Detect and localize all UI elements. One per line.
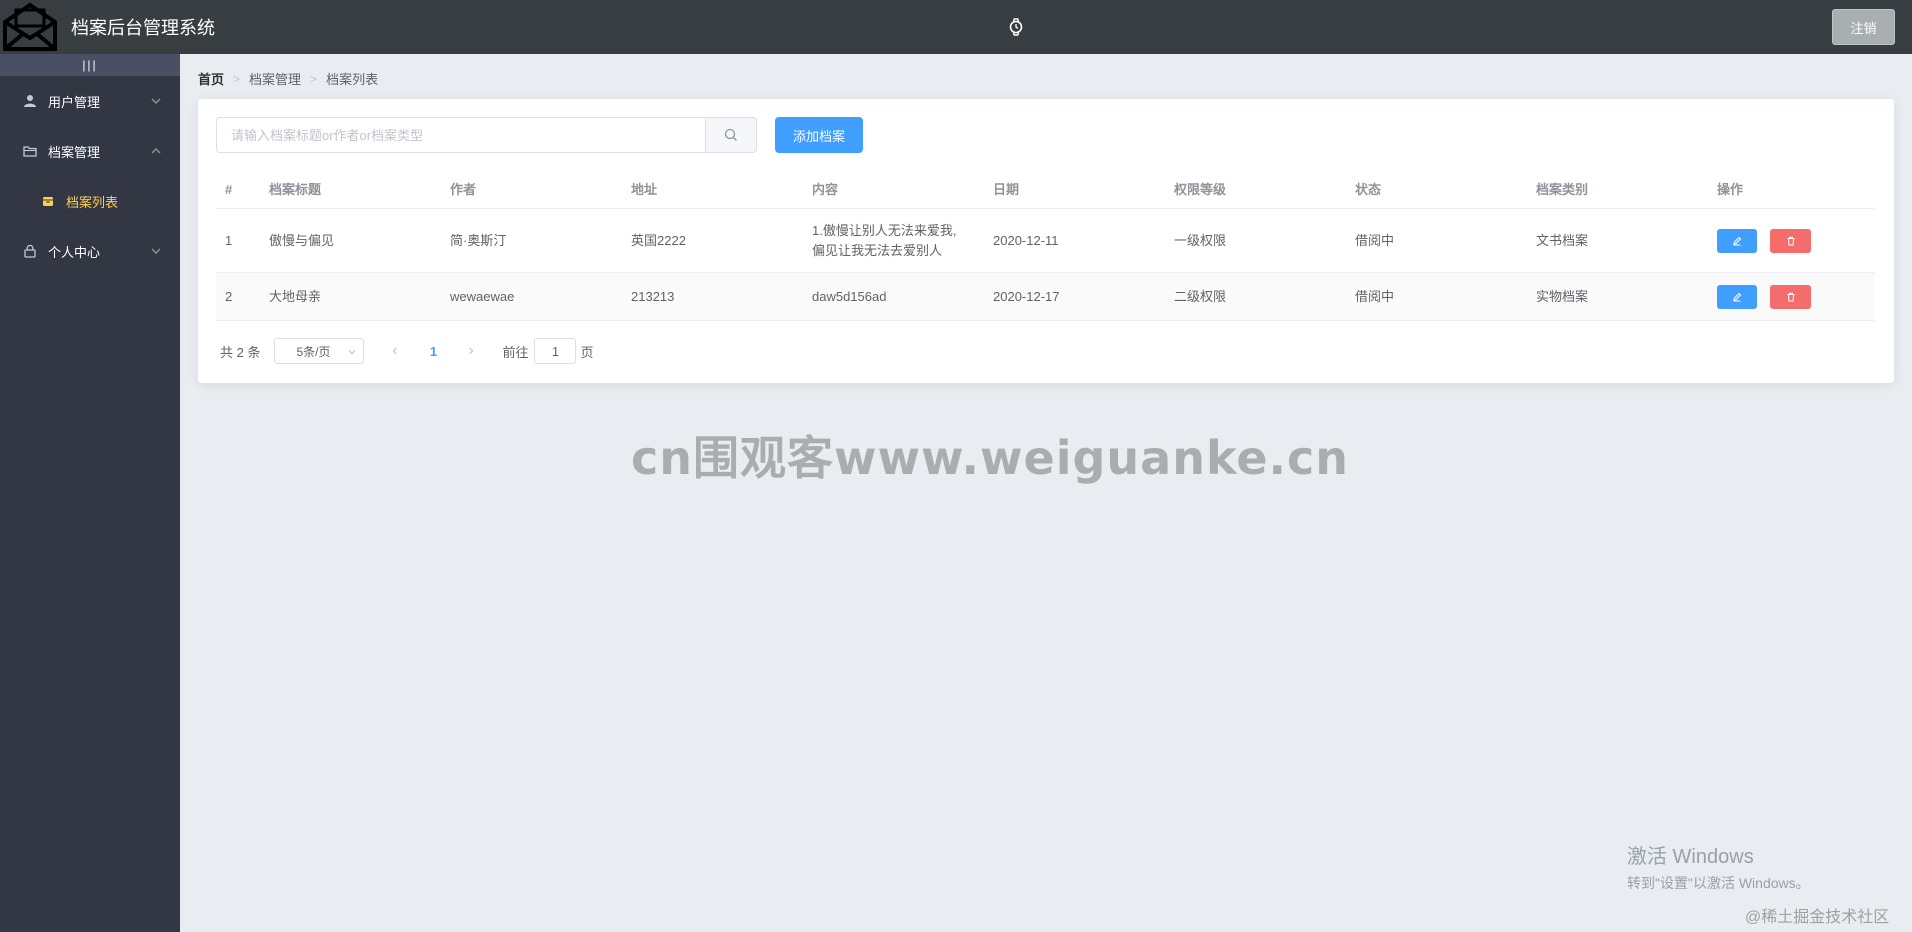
column-header-index: # <box>225 181 233 197</box>
breadcrumb: 首页 > 档案管理 > 档案列表 <box>198 69 378 88</box>
breadcrumb-archive-list: 档案列表 <box>326 72 379 87</box>
chevron-down-icon <box>151 248 161 254</box>
sidebar-item-label: 个人中心 <box>48 244 101 260</box>
sidebar-item-archive-list[interactable]: 档案列表 <box>0 176 180 226</box>
trash-icon <box>1787 236 1794 245</box>
user-icon <box>22 93 38 109</box>
column-header-date: 日期 <box>993 181 1020 197</box>
column-header-content: 内容 <box>812 181 839 197</box>
goto-page-input[interactable] <box>534 338 577 364</box>
cell-content: 1.傲慢让别人无法来爱我,偏见让我无法去爱别人 <box>812 222 957 258</box>
delete-button[interactable] <box>1770 228 1811 253</box>
pagination-total: 共 2 条 <box>220 344 261 360</box>
community-watermark: @稀土掘金技术社区 <box>1745 909 1890 926</box>
prev-page-button[interactable] <box>380 338 410 364</box>
pagination: 共 2 条 5条/页 1 前往 页 <box>220 338 594 364</box>
column-header-title: 档案标题 <box>269 181 322 197</box>
windows-activation-title: 激活 Windows <box>1627 846 1754 868</box>
search-group <box>216 117 757 153</box>
app-title: 档案后台管理系统 <box>71 18 215 38</box>
cell-index: 1 <box>225 232 233 248</box>
table-row: 1 傲慢与偏见 简·奥斯汀 英国2222 1.傲慢让别人无法来爱我,偏见让我无法… <box>216 209 1875 273</box>
folder-icon <box>22 143 38 159</box>
goto-suffix: 页 <box>580 344 594 360</box>
page-number[interactable]: 1 <box>418 338 448 364</box>
cell-category: 实物档案 <box>1536 288 1589 304</box>
cell-address: 213213 <box>631 288 675 304</box>
page-jumper: 前往 页 <box>502 338 594 364</box>
chevron-left-icon <box>393 347 398 355</box>
next-page-button[interactable] <box>456 338 486 364</box>
sidebar-item-personal-center[interactable]: 个人中心 <box>0 226 180 276</box>
archive-box-icon <box>42 194 56 208</box>
cell-status: 借阅中 <box>1355 288 1395 304</box>
chevron-down-icon <box>151 98 161 104</box>
cell-date: 2020-12-11 <box>993 232 1059 248</box>
breadcrumb-home[interactable]: 首页 <box>198 69 224 88</box>
chevron-up-icon <box>151 148 161 154</box>
edit-icon <box>1733 236 1742 245</box>
breadcrumb-separator-icon: > <box>310 71 318 86</box>
cell-actions <box>1708 228 1875 253</box>
goto-prefix: 前往 <box>502 344 529 360</box>
table-header-row: # 档案标题 作者 地址 内容 日期 权限等级 状态 档案类别 操作 <box>216 171 1875 209</box>
top-header: 档案后台管理系统 注销 <box>0 0 1912 54</box>
cell-category: 文书档案 <box>1536 232 1589 248</box>
edit-button[interactable] <box>1717 284 1757 309</box>
sidebar-item-label: 用户管理 <box>48 94 101 110</box>
cell-content: daw5d156ad <box>812 288 887 304</box>
cell-title: 傲慢与偏见 <box>269 232 335 248</box>
page-size-value: 5条/页 <box>296 344 331 359</box>
cell-author: 简·奥斯汀 <box>450 232 507 248</box>
edit-icon <box>1733 292 1742 301</box>
sidebar-item-label: 档案管理 <box>48 144 101 160</box>
chevron-down-icon <box>349 350 356 355</box>
page-size-select[interactable]: 5条/页 <box>274 338 365 364</box>
column-header-status: 状态 <box>1355 181 1382 197</box>
cell-level: 二级权限 <box>1174 288 1227 304</box>
cell-author: wewaewae <box>450 288 515 304</box>
sidebar-item-user-management[interactable]: 用户管理 <box>0 76 180 126</box>
windows-activation-notice: 激活 Windows 转到"设置"以激活 Windows。 <box>1627 840 1810 893</box>
cell-level: 一级权限 <box>1174 232 1227 248</box>
trash-icon <box>1787 292 1794 301</box>
add-archive-button[interactable]: 添加档案 <box>775 117 863 153</box>
cell-address: 英国2222 <box>631 232 686 248</box>
column-header-category: 档案类别 <box>1536 181 1589 197</box>
envelope-logo-icon <box>3 2 57 51</box>
site-watermark: cn围观客www.weiguanke.cn <box>631 431 1350 485</box>
cell-index: 2 <box>225 288 233 304</box>
archive-table: # 档案标题 作者 地址 内容 日期 权限等级 状态 档案类别 操作 1 傲慢与… <box>216 171 1875 321</box>
cell-date: 2020-12-17 <box>993 288 1060 304</box>
column-header-address: 地址 <box>631 181 658 197</box>
cell-status: 借阅中 <box>1355 232 1395 248</box>
sidebar: ||| 用户管理 档案管理 档案列表 个人中心 <box>0 54 180 932</box>
archive-list-card: 添加档案 # 档案标题 作者 地址 内容 日期 权限等级 状态 档案类别 操作 … <box>198 99 1894 383</box>
sidebar-item-archive-management[interactable]: 档案管理 <box>0 126 180 176</box>
cell-title: 大地母亲 <box>269 288 322 304</box>
search-button[interactable] <box>705 117 757 153</box>
edit-button[interactable] <box>1717 228 1757 253</box>
watch-icon[interactable] <box>1006 17 1026 37</box>
search-icon <box>724 128 737 141</box>
windows-activation-hint: 转到"设置"以激活 Windows。 <box>1627 875 1810 891</box>
chevron-right-icon <box>469 347 474 355</box>
breadcrumb-archive-management: 档案管理 <box>249 72 302 87</box>
breadcrumb-separator-icon: > <box>233 71 241 86</box>
sidebar-item-label: 档案列表 <box>66 194 119 210</box>
delete-button[interactable] <box>1770 284 1811 309</box>
search-input[interactable] <box>216 117 705 153</box>
table-row: 2 大地母亲 wewaewae 213213 daw5d156ad 2020-1… <box>216 273 1875 321</box>
cell-actions <box>1708 284 1875 309</box>
logout-button[interactable]: 注销 <box>1832 9 1895 45</box>
sidebar-toggle[interactable]: ||| <box>0 54 180 76</box>
column-header-author: 作者 <box>450 181 477 197</box>
column-header-actions: 操作 <box>1717 181 1744 197</box>
lock-icon <box>22 243 38 259</box>
column-header-level: 权限等级 <box>1174 181 1227 197</box>
